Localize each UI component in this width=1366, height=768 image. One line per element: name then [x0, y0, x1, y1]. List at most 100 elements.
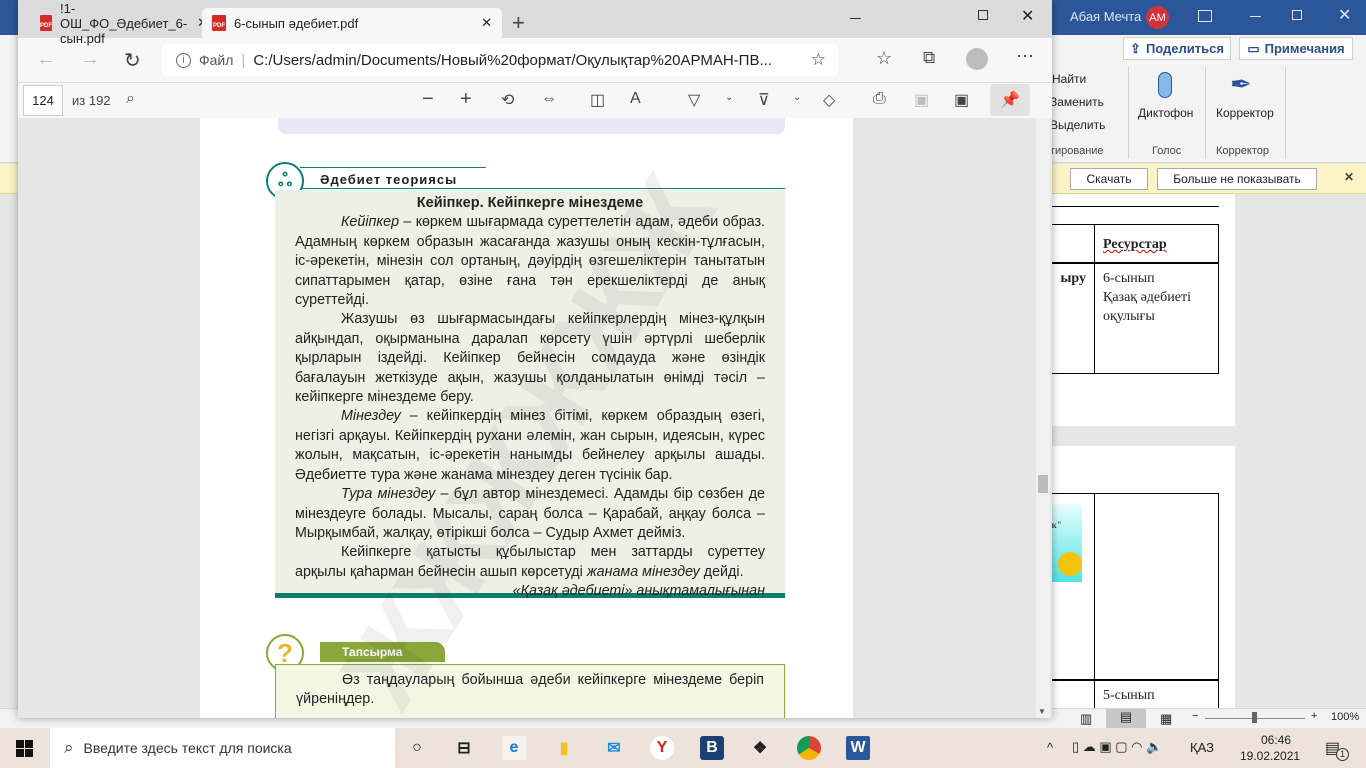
avatar[interactable]: AM	[1146, 6, 1169, 29]
paragraph: Тура мінездеу – бұл автор мінездемесі. А…	[295, 486, 765, 541]
mail-icon[interactable]: ✉	[602, 736, 626, 760]
task-view-icon[interactable]: ⊟	[452, 736, 476, 760]
read-mode-icon[interactable]: ▥	[1080, 711, 1092, 727]
close-tab-icon[interactable]: ✕	[481, 15, 492, 31]
print-layout-icon[interactable]: ▤	[1106, 709, 1146, 728]
share-icon: ⇪	[1130, 40, 1141, 56]
edge-app-icon[interactable]: e	[502, 736, 526, 760]
windows-start-icon[interactable]	[16, 740, 33, 757]
web-layout-icon[interactable]: ▦	[1160, 711, 1172, 727]
add-favorite-icon[interactable]: ☆	[811, 50, 838, 70]
favorites-icon[interactable]: ☆	[876, 48, 892, 69]
yandex-icon[interactable]: Y	[650, 736, 674, 760]
select-button[interactable]: Выделить	[1050, 118, 1105, 132]
editor-button[interactable]: Корректор	[1216, 106, 1274, 120]
edge-window: PDF !1-ОШ_ФО_Әдебиет_6-сын.pdf ✕ PDF 6-с…	[18, 0, 1052, 718]
dictate-button[interactable]: Диктофон	[1138, 106, 1193, 120]
tray-icons[interactable]: ▯ ☁ ▣ ▢ ◠ 🔈	[1072, 739, 1162, 755]
voice-group-label: Голос	[1152, 145, 1182, 157]
cortana-icon[interactable]: ○	[405, 736, 429, 760]
clock-time[interactable]: 06:46	[1250, 733, 1302, 747]
resources-header: Ресурстар	[1094, 224, 1219, 264]
dropbox-icon[interactable]: ❖	[748, 736, 772, 760]
scrollbar-thumb[interactable]	[1038, 475, 1048, 493]
info-icon[interactable]: i	[176, 52, 191, 68]
download-button[interactable]: Скачать	[1070, 168, 1148, 190]
forward-button[interactable]: →	[80, 48, 100, 71]
save-icon[interactable]: ▣	[914, 90, 929, 110]
draw-icon[interactable]: ▽	[688, 90, 700, 110]
find-button[interactable]: Найти	[1052, 72, 1086, 86]
comment-icon: ▭	[1247, 40, 1260, 56]
share-button[interactable]: ⇪ Поделиться	[1123, 37, 1231, 60]
profile-avatar[interactable]	[966, 48, 988, 70]
zoom-in-icon[interactable]: +	[460, 88, 472, 111]
zoom-slider-thumb[interactable]	[1252, 712, 1257, 723]
collections-icon[interactable]: ⧉	[923, 48, 935, 68]
more-menu-icon[interactable]: ⋯	[1016, 46, 1034, 67]
smiley-icon	[1058, 552, 1082, 576]
pdf-page: ஃ Әдебиет теориясы Кейіпкер. Кейіпкерге …	[200, 118, 853, 718]
scroll-down-icon[interactable]: ▼	[1038, 707, 1046, 716]
rotate-icon[interactable]: ⟲	[501, 90, 514, 110]
zoom-in-button[interactable]: +	[1311, 710, 1317, 722]
print-icon[interactable]: ⎙	[873, 90, 886, 108]
task-label: Тапсырма	[320, 642, 445, 662]
fit-width-icon[interactable]: ⇔	[541, 90, 557, 108]
zoom-out-icon[interactable]: −	[422, 88, 434, 111]
paragraph: Жазушы өз шығармасындағы кейіпкерлердің …	[295, 311, 765, 406]
show-hidden-icons-chevron[interactable]: ^	[1047, 740, 1053, 755]
tab-bar: PDF !1-ОШ_ФО_Әдебиет_6-сын.pdf ✕ PDF 6-с…	[18, 0, 1052, 46]
pdf-icon: PDF	[212, 15, 226, 31]
user-name: Абая Мечта	[1070, 9, 1142, 24]
highlight-icon[interactable]: ⊽	[758, 90, 770, 110]
theory-heading: Кейіпкер. Кейіпкерге мінездеме	[416, 195, 644, 211]
refresh-button[interactable]: ↻	[124, 48, 141, 73]
ribbon-display-icon[interactable]	[1198, 10, 1212, 22]
zoom-out-button[interactable]: −	[1192, 710, 1198, 722]
replace-button[interactable]: Заменить	[1050, 95, 1104, 109]
new-tab-button[interactable]: +	[512, 10, 525, 36]
section-title: Әдебиет теориясы	[320, 172, 458, 187]
highlight-options-chevron-icon[interactable]: ⌄	[793, 92, 801, 103]
url-text[interactable]: C:/Users/admin/Documents/Новый%20формат/…	[253, 52, 802, 69]
tab-1[interactable]: PDF !1-ОШ_ФО_Әдебиет_6-сын.pdf ✕	[30, 1, 218, 46]
clock-date[interactable]: 19.02.2021	[1240, 749, 1300, 763]
eraser-icon[interactable]: ◇	[823, 90, 835, 110]
pdf-viewer: ஃ Әдебиет теориясы Кейіпкер. Кейіпкерге …	[18, 118, 1052, 718]
scrollbar[interactable]: ▼	[1036, 118, 1050, 718]
page-number-input[interactable]: 124	[23, 85, 63, 116]
comments-button[interactable]: ▭ Примечания	[1239, 37, 1353, 60]
chrome-icon[interactable]	[797, 736, 821, 760]
close-icon[interactable]: ✕	[1338, 5, 1351, 25]
minimize-icon[interactable]	[850, 18, 861, 19]
tab-2-active[interactable]: PDF 6-сынып әдебиет.pdf ✕	[202, 8, 502, 38]
close-notice-icon[interactable]: ✕	[1344, 170, 1354, 184]
dont-show-button[interactable]: Больше не показывать	[1157, 168, 1317, 190]
document-page: Ресурстар ыру 6-сынып Қазақ әдебиеті оқу…	[1030, 194, 1235, 426]
language-indicator[interactable]: ҚАЗ	[1190, 740, 1214, 755]
minimize-icon[interactable]	[1250, 16, 1261, 17]
restore-icon[interactable]	[1292, 10, 1302, 20]
b-app-icon[interactable]: B	[700, 736, 724, 760]
back-button[interactable]: ←	[36, 48, 56, 71]
task-box: Өз таңдауларың бойынша әдеби кейіпкерге …	[275, 664, 785, 718]
search-icon[interactable]: ⌕	[126, 90, 135, 108]
microphone-icon[interactable]	[1158, 72, 1172, 98]
page-view-icon[interactable]: ◫	[590, 90, 605, 110]
pin-toolbar-icon[interactable]: 📌	[990, 84, 1030, 116]
taskbar: ⌕ Введите здесь текст для поиска ○ ⊟ e ▮…	[0, 728, 1366, 768]
save-as-icon[interactable]: ▣	[954, 90, 969, 110]
editor-pen-icon[interactable]: ✒	[1230, 69, 1252, 100]
read-aloud-icon[interactable]: A	[630, 90, 641, 108]
search-icon: ⌕	[64, 738, 74, 757]
zoom-level[interactable]: 100%	[1331, 711, 1359, 723]
maximize-icon[interactable]	[978, 10, 988, 20]
word-app-icon[interactable]: W	[846, 736, 870, 760]
file-explorer-icon[interactable]: ▮	[552, 736, 576, 760]
draw-options-chevron-icon[interactable]: ⌄	[725, 92, 733, 103]
notification-count: 1	[1336, 748, 1349, 761]
address-bar[interactable]: i Файл | C:/Users/admin/Documents/Новый%…	[162, 44, 838, 76]
taskbar-search[interactable]: ⌕ Введите здесь текст для поиска	[50, 728, 395, 768]
close-window-icon[interactable]: ✕	[1021, 6, 1034, 26]
